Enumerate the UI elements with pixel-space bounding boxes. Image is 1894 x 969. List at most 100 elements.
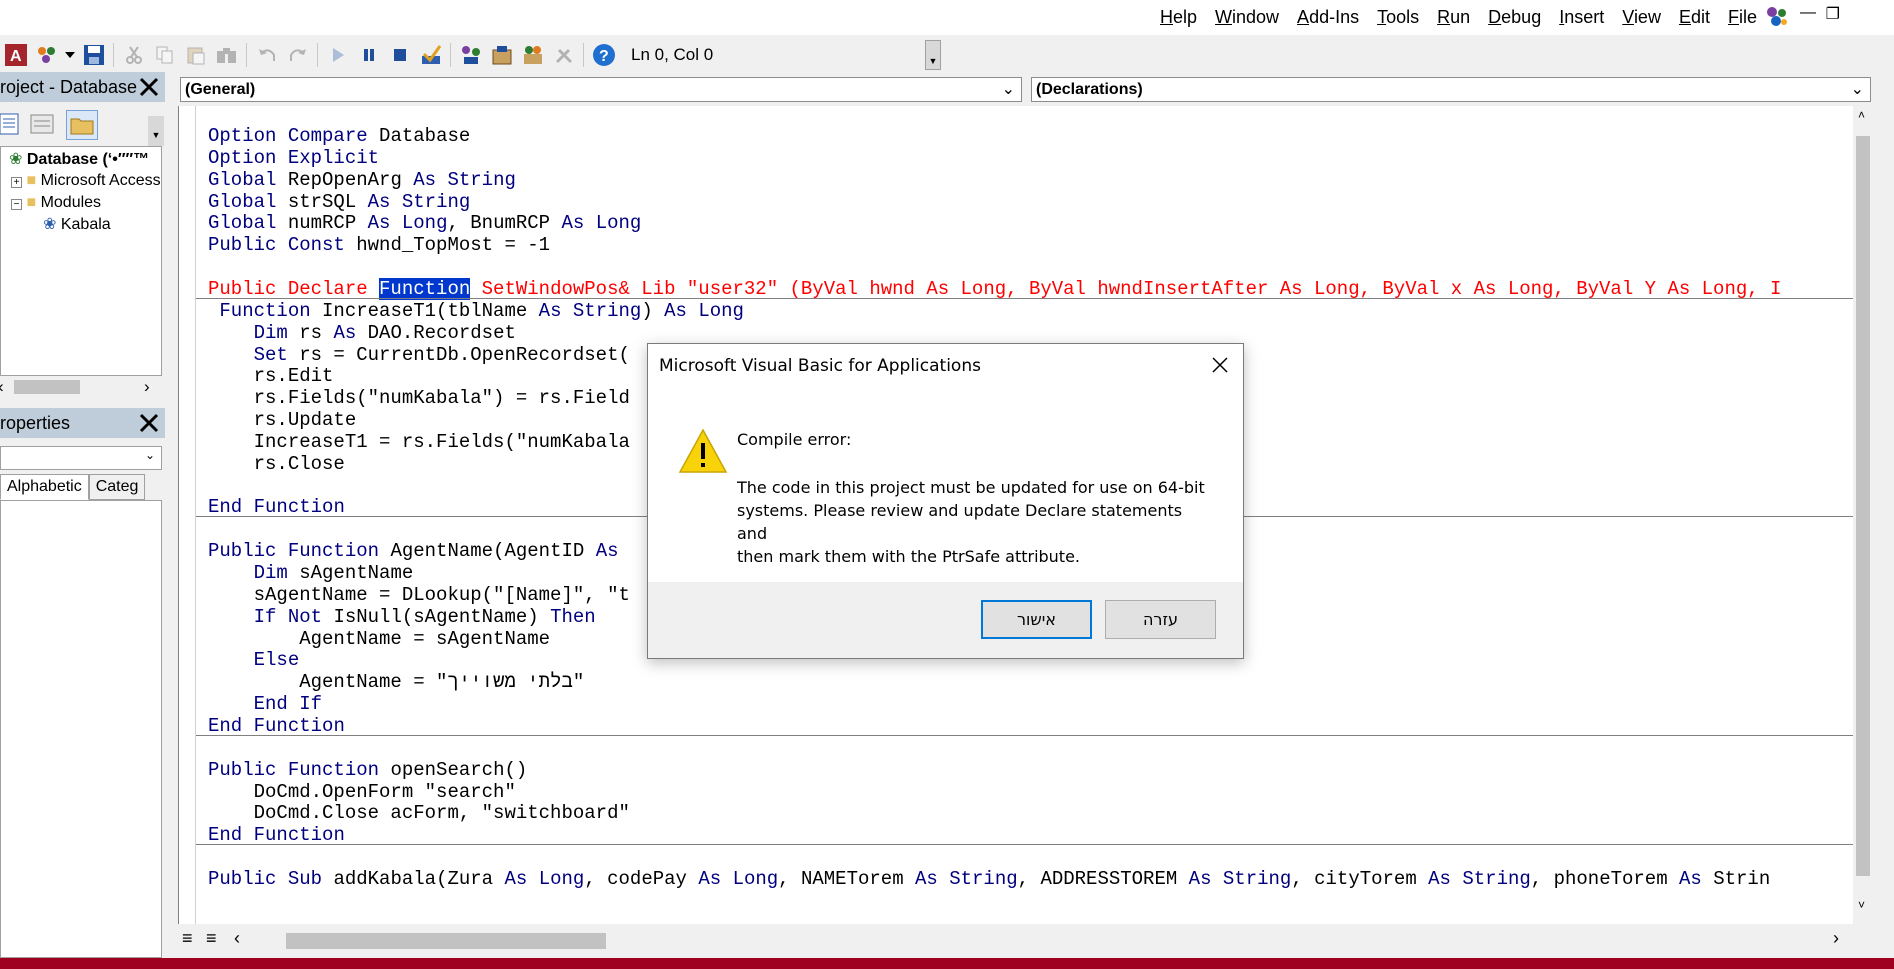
- tree-leaf-kabala[interactable]: ❀ Kabala: [43, 215, 111, 235]
- procedure-view-icon[interactable]: ≡: [182, 928, 193, 949]
- menu-help[interactable]: Help: [1151, 5, 1206, 29]
- code-line[interactable]: End Function: [208, 824, 345, 846]
- pane-options-icon[interactable]: ▼: [148, 116, 164, 146]
- code-line[interactable]: rs.Fields("numKabala") = rs.Field: [208, 387, 630, 409]
- code-line[interactable]: End Function: [208, 715, 345, 737]
- code-line[interactable]: rs.Update: [208, 409, 357, 431]
- code-line[interactable]: Else: [208, 649, 300, 671]
- toolbar-options-icon[interactable]: ▼: [925, 39, 941, 70]
- close-icon[interactable]: [1209, 354, 1231, 376]
- close-icon[interactable]: [136, 410, 162, 436]
- full-module-view-icon[interactable]: ≡: [206, 928, 217, 949]
- folder-open-icon: ■: [26, 194, 37, 211]
- view-object-icon[interactable]: [30, 112, 54, 141]
- save-icon[interactable]: [80, 41, 107, 68]
- menu-insert[interactable]: Insert: [1550, 5, 1613, 29]
- restore-icon[interactable]: ❐: [1826, 4, 1840, 24]
- code-line[interactable]: Public Function AgentName(AgentID As: [208, 540, 619, 562]
- code-line[interactable]: IncreaseT1 = rs.Fields("numKabala: [208, 431, 630, 453]
- view-code-icon[interactable]: [0, 112, 20, 141]
- code-line[interactable]: Global strSQL As String: [208, 191, 470, 213]
- vba-app-icon[interactable]: [1764, 4, 1790, 28]
- code-line[interactable]: Dim sAgentName: [208, 562, 414, 584]
- object-browser-icon[interactable]: [519, 41, 546, 68]
- ok-button[interactable]: אישור: [981, 600, 1092, 639]
- help-icon[interactable]: ?: [590, 41, 617, 68]
- procedure-combo[interactable]: (Declarations) ⌄: [1031, 77, 1871, 102]
- scroll-right-icon[interactable]: ›: [1833, 928, 1839, 949]
- toolbox-icon[interactable]: [550, 41, 577, 68]
- code-line[interactable]: Global numRCP As Long, BnumRCP As Long: [208, 212, 641, 234]
- code-margin: [179, 106, 196, 924]
- expand-icon[interactable]: +: [11, 177, 22, 188]
- project-explorer-icon[interactable]: [457, 41, 484, 68]
- tab-categorized[interactable]: Categ: [88, 474, 146, 500]
- code-line[interactable]: Public Function openSearch(): [208, 759, 527, 781]
- scroll-left-icon[interactable]: ‹: [0, 377, 4, 397]
- reset-icon[interactable]: [386, 41, 413, 68]
- code-hscrollbar[interactable]: ≡ ≡ ‹ ›: [178, 926, 1853, 956]
- collapse-icon[interactable]: −: [11, 199, 22, 210]
- code-line[interactable]: End If: [208, 693, 322, 715]
- run-icon[interactable]: [324, 41, 351, 68]
- properties-object-select[interactable]: ⌄: [0, 446, 162, 470]
- code-line[interactable]: If Not IsNull(sAgentName) Then: [208, 606, 596, 628]
- view-access-icon[interactable]: A: [2, 41, 29, 68]
- properties-window-icon[interactable]: [488, 41, 515, 68]
- help-button[interactable]: עזרה: [1105, 600, 1216, 639]
- code-vscrollbar[interactable]: ˄ ˅: [1853, 106, 1873, 924]
- cut-icon[interactable]: [120, 41, 147, 68]
- code-line[interactable]: AgentName = "בלתי משוייך": [208, 671, 584, 693]
- code-line[interactable]: AgentName = sAgentName: [208, 628, 550, 650]
- redo-icon[interactable]: [284, 41, 311, 68]
- code-line[interactable]: sAgentName = DLookup("[Name]", "t: [208, 584, 630, 606]
- code-line[interactable]: Dim rs As DAO.Recordset: [208, 322, 516, 344]
- insert-module-icon[interactable]: [33, 41, 60, 68]
- menu-edit[interactable]: Edit: [1670, 5, 1719, 29]
- code-line[interactable]: Public Declare Function SetWindowPos& Li…: [208, 277, 1781, 300]
- menu-tools[interactable]: Tools: [1368, 5, 1428, 29]
- scroll-up-icon[interactable]: ˄: [1858, 108, 1865, 122]
- code-line[interactable]: Public Const hwnd_TopMost = -1: [208, 234, 550, 256]
- copy-icon[interactable]: [151, 41, 178, 68]
- close-icon[interactable]: [136, 74, 162, 100]
- find-icon[interactable]: [213, 41, 240, 68]
- scroll-right-icon[interactable]: ›: [144, 377, 150, 397]
- menu-window[interactable]: Window: [1206, 5, 1288, 29]
- code-line[interactable]: Set rs = CurrentDb.OpenRecordset(: [208, 344, 630, 366]
- menu-run[interactable]: Run: [1428, 5, 1479, 29]
- code-line[interactable]: rs.Edit: [208, 365, 334, 387]
- code-line[interactable]: End Function: [208, 496, 345, 518]
- code-line[interactable]: DoCmd.OpenForm "search": [208, 781, 516, 803]
- object-combo[interactable]: (General) ⌄: [180, 77, 1022, 102]
- project-hscrollbar[interactable]: ‹ ›: [0, 376, 162, 398]
- scroll-left-icon[interactable]: ‹: [234, 928, 240, 949]
- scroll-thumb[interactable]: [14, 380, 80, 394]
- minimize-icon[interactable]: —: [1800, 4, 1816, 22]
- undo-icon[interactable]: [253, 41, 280, 68]
- insert-dropdown-icon[interactable]: [64, 41, 76, 68]
- code-line[interactable]: DoCmd.Close acForm, "switchboard": [208, 802, 630, 824]
- properties-list[interactable]: [0, 500, 162, 958]
- menu-file[interactable]: File: [1719, 5, 1766, 29]
- tree-node-modules[interactable]: − ■ Modules: [11, 193, 101, 213]
- code-line[interactable]: Option Compare Database: [208, 125, 470, 147]
- scroll-down-icon[interactable]: ˅: [1858, 898, 1865, 912]
- break-icon[interactable]: [355, 41, 382, 68]
- code-line[interactable]: Global RepOpenArg As String: [208, 169, 516, 191]
- code-line[interactable]: Option Explicit: [208, 147, 379, 169]
- toggle-folders-icon[interactable]: [66, 110, 98, 140]
- tree-node-access-objects[interactable]: + ■ Microsoft Access: [11, 171, 161, 191]
- menu-debug[interactable]: Debug: [1479, 5, 1550, 29]
- scroll-thumb[interactable]: [286, 933, 606, 949]
- code-line[interactable]: Public Sub addKabala(Zura As Long, codeP…: [208, 868, 1770, 890]
- code-line[interactable]: Function IncreaseT1(tblName As String) A…: [208, 300, 744, 322]
- menu-view[interactable]: View: [1613, 5, 1670, 29]
- code-line[interactable]: rs.Close: [208, 453, 345, 475]
- paste-icon[interactable]: [182, 41, 209, 68]
- design-mode-icon[interactable]: [417, 41, 444, 68]
- tree-root[interactable]: ❀ Database (‘•″″™: [9, 150, 149, 170]
- menu-add-ins[interactable]: Add-Ins: [1288, 5, 1368, 29]
- scroll-thumb[interactable]: [1856, 136, 1870, 876]
- tab-alphabetic[interactable]: Alphabetic: [0, 474, 89, 500]
